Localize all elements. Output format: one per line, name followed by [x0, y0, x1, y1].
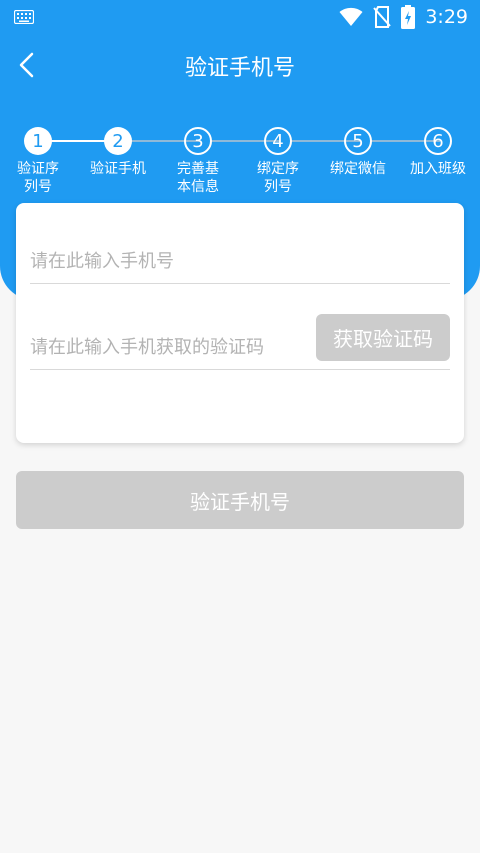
- phone-field: [30, 239, 450, 284]
- form-card: 获取验证码: [16, 203, 464, 443]
- step-6: 6 加入班级: [398, 125, 478, 178]
- step-2: 2 验证手机: [78, 125, 158, 178]
- page-title: 验证手机号: [184, 56, 295, 81]
- navigation-bar: 验证手机号: [0, 40, 480, 90]
- verify-phone-button[interactable]: 验证手机号: [16, 471, 464, 529]
- step-1-number: 1: [24, 127, 52, 155]
- get-code-button[interactable]: 获取验证码: [316, 314, 450, 361]
- battery-charging-icon: [401, 5, 416, 29]
- step-3: 3 完善基本信息: [158, 125, 238, 196]
- step-3-label: 完善基本信息: [177, 161, 219, 195]
- keyboard-icon: [14, 10, 34, 24]
- step-5: 5 绑定微信: [318, 125, 398, 178]
- status-time: 3:29: [425, 6, 468, 28]
- step-4-label: 绑定序列号: [257, 161, 299, 195]
- no-sim-icon: [373, 6, 392, 28]
- step-4: 4 绑定序列号: [238, 125, 318, 196]
- step-4-number: 4: [264, 127, 292, 155]
- step-1-label: 验证序列号: [17, 161, 59, 195]
- step-2-number: 2: [104, 127, 132, 155]
- step-2-label: 验证手机: [90, 161, 146, 177]
- wifi-icon: [339, 7, 363, 26]
- step-1: 1 验证序列号: [0, 125, 78, 196]
- step-5-label: 绑定微信: [330, 161, 386, 177]
- status-bar: 3:29: [0, 0, 480, 34]
- phone-input[interactable]: [30, 239, 450, 283]
- step-5-number: 5: [344, 127, 372, 155]
- step-3-number: 3: [184, 127, 212, 155]
- verification-code-input[interactable]: [30, 325, 310, 369]
- step-6-label: 加入班级: [410, 161, 466, 177]
- step-6-number: 6: [424, 127, 452, 155]
- progress-stepper: 1 验证序列号 2 验证手机 3 完善基本信息 4 绑定序列号 5 绑定微信 6…: [0, 125, 480, 205]
